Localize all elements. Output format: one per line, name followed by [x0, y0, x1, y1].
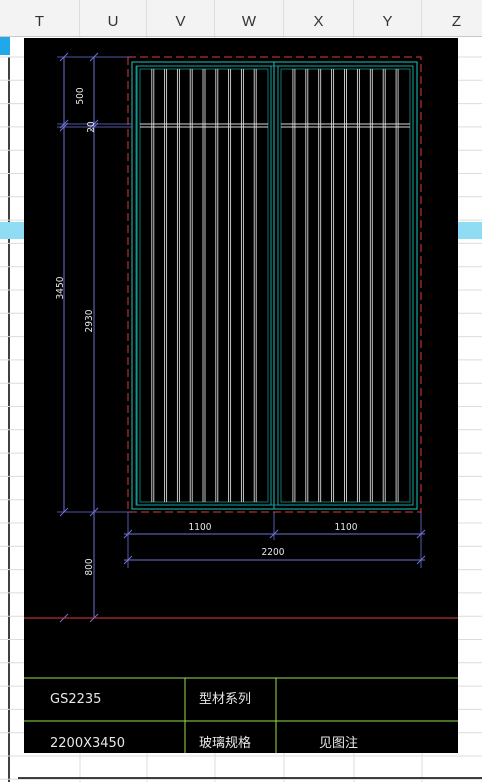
column-header-w[interactable]: W: [215, 0, 284, 36]
cad-drawing-image[interactable]: 500 20 3450 2930 800 1100 1100 2200 GS22…: [24, 38, 458, 753]
dim-total-height: 3450: [55, 276, 66, 299]
title-glass-value: 见图注: [319, 736, 358, 751]
column-header-bar: T U V W X Y Z: [0, 0, 482, 37]
dim-lower-panel-height: 2930: [84, 309, 95, 332]
column-header-x[interactable]: X: [284, 0, 354, 36]
dim-sill-height: 800: [84, 558, 95, 575]
title-model-code: GS2235: [50, 692, 101, 707]
title-profile-label: 型材系列: [199, 692, 251, 707]
dim-transom-gap: 20: [86, 121, 97, 133]
column-header-t[interactable]: T: [0, 0, 80, 36]
dim-left-leaf-width: 1100: [189, 522, 212, 533]
dim-total-width: 2200: [262, 547, 285, 558]
title-glass-label: 玻璃规格: [199, 735, 251, 751]
column-header-v[interactable]: V: [147, 0, 215, 36]
title-size: 2200X3450: [50, 736, 125, 751]
dim-right-leaf-width: 1100: [335, 522, 358, 533]
column-header-z[interactable]: Z: [422, 0, 482, 36]
column-header-y[interactable]: Y: [354, 0, 422, 36]
column-header-u[interactable]: U: [80, 0, 147, 36]
door-elevation-linework: [24, 52, 458, 753]
dim-top-panel-height: 500: [75, 87, 86, 104]
